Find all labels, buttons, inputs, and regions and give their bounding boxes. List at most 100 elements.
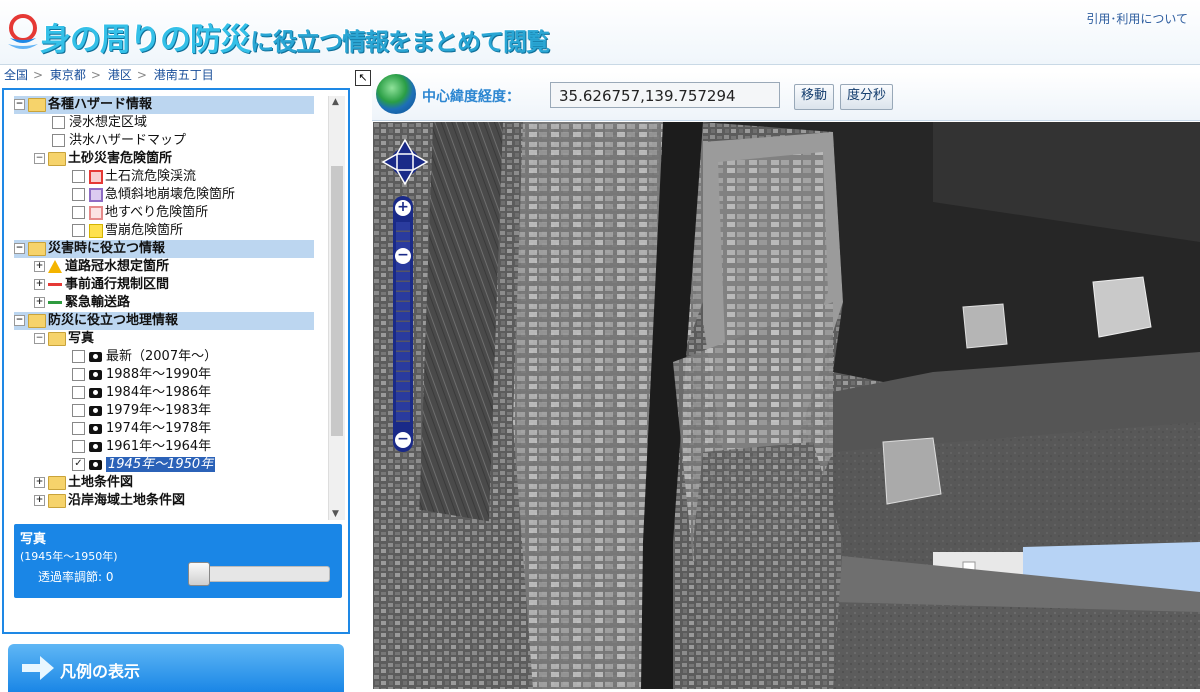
info-period: (1945年～1950年) [20, 550, 118, 563]
tree-section-label: 災害時に役立つ情報 [48, 241, 166, 256]
checkbox[interactable] [72, 404, 85, 417]
opacity-slider-thumb[interactable] [188, 562, 210, 586]
collapse-icon[interactable]: − [14, 315, 25, 326]
layer-label: 地すべり危険箇所 [105, 205, 209, 220]
layer-item[interactable]: 浸水想定区域 [52, 114, 147, 132]
photo-item-selected[interactable]: ✓ 1945年～1950年 [72, 456, 216, 474]
camera-icon [89, 387, 102, 398]
layer-item[interactable]: + 緊急輸送路 [34, 294, 130, 312]
layer-item[interactable]: 地すべり危険箇所 [72, 204, 208, 222]
photo-item[interactable]: 1988年～1990年 [72, 366, 211, 384]
debris-flow-legend-icon [89, 169, 103, 184]
camera-icon [89, 369, 102, 380]
layer-item[interactable]: 急傾斜地崩壊危険箇所 [72, 186, 235, 204]
photo-item[interactable]: 1984年～1986年 [72, 384, 211, 402]
folder-icon [28, 313, 46, 328]
move-button[interactable]: 移動 [794, 84, 835, 110]
layer-label: 洪水ハザードマップ [69, 133, 187, 148]
layer-item[interactable]: 雪崩危険箇所 [72, 222, 183, 240]
tree-folder-landslide[interactable]: − 土砂災害危険箇所 [34, 150, 172, 168]
folder-icon [28, 241, 46, 256]
layer-item[interactable]: 洪水ハザードマップ [52, 132, 186, 150]
folder-label: 土砂災害危険箇所 [68, 151, 173, 166]
scroll-up-icon[interactable]: ▲ [332, 97, 339, 107]
app-header: 身の周りの防災に役立つ情報をまとめて閲覧 引用･利用について [0, 0, 1200, 65]
tree-section-hazard[interactable]: − 各種ハザード情報 [14, 96, 314, 114]
zoom-out-icon[interactable]: − [395, 432, 411, 448]
checkbox-checked[interactable]: ✓ [72, 458, 85, 471]
zoom-handle-icon[interactable]: − [395, 248, 411, 264]
folder-icon [48, 493, 66, 508]
expand-icon[interactable]: + [34, 261, 45, 272]
tree-folder-coastal[interactable]: + 沿岸海域土地条件図 [34, 492, 185, 510]
layer-label: 浸水想定区域 [69, 115, 148, 130]
opacity-label: 透過率調節: 0 [38, 568, 114, 585]
tree-section-geo[interactable]: − 防災に役立つ地理情報 [14, 312, 314, 330]
folder-icon [48, 331, 66, 346]
checkbox[interactable] [72, 368, 85, 381]
photo-item[interactable]: 1974年～1978年 [72, 420, 211, 438]
breadcrumb-item-minato[interactable]: 港区 [108, 68, 132, 82]
checkbox[interactable] [72, 188, 85, 201]
checkbox[interactable] [72, 170, 85, 183]
folder-icon [48, 475, 66, 490]
checkbox[interactable] [52, 116, 65, 129]
breadcrumb-separator: > [90, 68, 101, 82]
photo-item[interactable]: 最新（2007年～） [72, 348, 217, 366]
checkbox[interactable] [72, 422, 85, 435]
coord-input[interactable]: 35.626757,139.757294 [550, 82, 780, 108]
citation-link[interactable]: 引用･利用について [1086, 10, 1188, 27]
zoom-in-icon[interactable]: + [395, 200, 411, 216]
breadcrumb-item-tokyo[interactable]: 東京都 [50, 68, 86, 82]
camera-icon [89, 441, 102, 452]
page-title: 身の周りの防災に役立つ情報をまとめて閲覧 [40, 14, 550, 59]
photo-item[interactable]: 1961年～1964年 [72, 438, 211, 456]
collapse-panel-button[interactable]: ↖ [355, 70, 371, 86]
checkbox[interactable] [72, 350, 85, 363]
layer-label: 緊急輸送路 [65, 295, 131, 310]
expand-icon[interactable]: + [34, 297, 45, 308]
collapse-icon[interactable]: − [14, 243, 25, 254]
expand-icon[interactable]: + [34, 477, 45, 488]
tree-scrollbar[interactable]: ▲ ▼ [328, 96, 345, 520]
layer-label: 急傾斜地崩壊危険箇所 [105, 187, 236, 202]
red-line-icon [48, 283, 62, 286]
map-view[interactable]: 五 + − − [373, 122, 1200, 689]
dms-button[interactable]: 度分秒 [840, 84, 894, 110]
collapse-icon[interactable]: − [14, 99, 25, 110]
tree-folder-photo[interactable]: − 写真 [34, 330, 94, 348]
checkbox[interactable] [72, 386, 85, 399]
tree-section-disaster[interactable]: − 災害時に役立つ情報 [14, 240, 314, 258]
layer-panel: − 各種ハザード情報 浸水想定区域 洪水ハザードマップ − 土砂災害危険箇所 土石流… [2, 88, 350, 634]
breadcrumb-item-konan[interactable]: 港南五丁目 [154, 68, 214, 82]
expand-icon[interactable]: + [34, 279, 45, 290]
scroll-down-icon[interactable]: ▼ [332, 509, 339, 519]
layer-label: 事前通行規制区間 [65, 277, 170, 292]
steep-slope-legend-icon [89, 187, 103, 202]
scroll-thumb[interactable] [331, 166, 343, 436]
photo-item[interactable]: 1979年～1983年 [72, 402, 211, 420]
checkbox[interactable] [72, 206, 85, 219]
zoom-slider[interactable]: + − − [393, 196, 413, 452]
collapse-icon[interactable]: − [34, 333, 45, 344]
layer-item[interactable]: + 事前通行規制区間 [34, 276, 169, 294]
layer-label: 雪崩危険箇所 [105, 223, 184, 238]
tree-folder-land[interactable]: + 土地条件図 [34, 474, 133, 492]
checkbox[interactable] [72, 440, 85, 453]
breadcrumb-item-national[interactable]: 全国 [4, 68, 28, 82]
title-rest: に役立つ情報をまとめて閲覧 [250, 28, 550, 56]
expand-icon[interactable]: + [34, 495, 45, 506]
layer-item[interactable]: 土石流危険渓流 [72, 168, 196, 186]
layer-item[interactable]: + 道路冠水想定箇所 [34, 258, 169, 276]
show-legend-button[interactable]: 凡例の表示 [8, 644, 344, 692]
collapse-icon[interactable]: − [34, 153, 45, 164]
tree-section-label: 防災に役立つ地理情報 [48, 313, 179, 328]
layer-tree: − 各種ハザード情報 浸水想定区域 洪水ハザードマップ − 土砂災害危険箇所 土石流… [10, 94, 338, 520]
avalanche-legend-icon [89, 223, 103, 238]
coord-label: 中心緯度経度： [422, 89, 520, 105]
breadcrumb: 全国 > 東京都 > 港区 > 港南五丁目 [4, 66, 216, 84]
pan-control-icon[interactable] [381, 132, 429, 196]
breadcrumb-separator: > [33, 68, 44, 82]
checkbox[interactable] [52, 134, 65, 147]
checkbox[interactable] [72, 224, 85, 237]
